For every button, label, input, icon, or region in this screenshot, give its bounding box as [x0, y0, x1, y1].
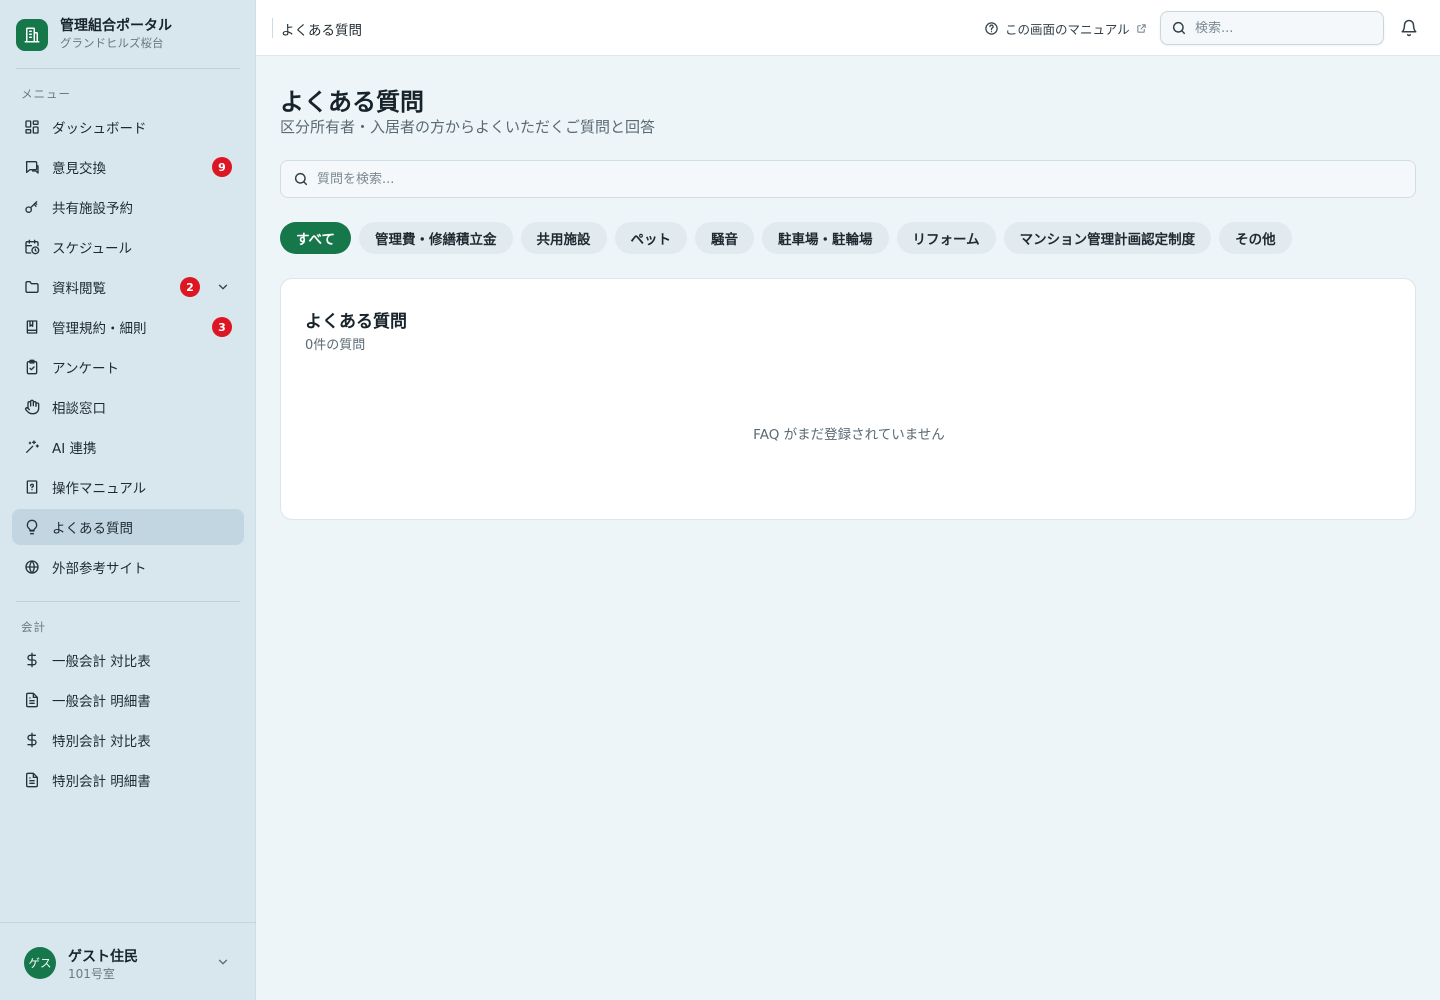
manual-book-icon: [24, 479, 40, 495]
calendar-clock-icon: [24, 239, 40, 255]
sidebar-item-dashboard[interactable]: ダッシュボード: [12, 109, 244, 145]
document-icon: [24, 692, 40, 708]
dashboard-icon: [24, 119, 40, 135]
category-chip-renovation[interactable]: リフォーム: [896, 222, 996, 254]
manual-link-label: この画面のマニュアル: [1005, 22, 1130, 37]
bell-icon[interactable]: [1400, 19, 1418, 37]
sidebar-item-label: スケジュール: [52, 241, 133, 257]
help-circle-icon: [984, 21, 999, 36]
user-menu[interactable]: ゲス ゲスト住民 101号室: [0, 922, 256, 1000]
page-subtitle: 区分所有者・入居者の方からよくいただくご質問と回答: [280, 118, 656, 136]
sidebar-item-schedule[interactable]: スケジュール: [12, 229, 244, 265]
category-chip-certification[interactable]: マンション管理計画認定制度: [1003, 222, 1212, 254]
sidebar-item-label: よくある質問: [52, 521, 133, 537]
faq-search-input[interactable]: [317, 171, 1397, 187]
unread-badge: 2: [180, 277, 200, 297]
accounting-heading: 会計: [21, 620, 46, 634]
card-title: よくある質問: [305, 312, 407, 332]
category-chip-all[interactable]: すべて: [280, 222, 352, 254]
key-icon: [24, 199, 40, 215]
category-chip-pets[interactable]: ペット: [614, 222, 688, 254]
brand-subtitle: グランドヒルズ桜台: [60, 36, 164, 50]
sidebar-item-label: 共有施設予約: [52, 201, 133, 217]
sidebar-item-label: 管理規約・細則: [52, 321, 147, 337]
sidebar-item-general-comparison[interactable]: 一般会計 対比表: [12, 642, 244, 678]
sidebar-item-label: 意見交換: [52, 161, 106, 177]
unread-badge: 9: [212, 157, 232, 177]
sidebar-item-opinion-exchange[interactable]: 意見交換 9: [12, 149, 244, 185]
sidebar-divider: [16, 601, 240, 602]
globe-icon: [24, 559, 40, 575]
sidebar-item-survey[interactable]: アンケート: [12, 349, 244, 385]
sidebar-item-documents[interactable]: 資料閲覧 2: [12, 269, 244, 305]
faq-search[interactable]: [280, 160, 1416, 198]
unread-badge: 3: [212, 317, 232, 337]
sidebar-item-label: 操作マニュアル: [52, 481, 147, 497]
clipboard-check-icon: [24, 359, 40, 375]
breadcrumb: よくある質問: [281, 23, 362, 39]
global-search[interactable]: [1160, 11, 1384, 45]
sidebar-item-label: 外部参考サイト: [52, 561, 147, 577]
sidebar-item-label: 資料閲覧: [52, 281, 106, 297]
sidebar-item-faq[interactable]: よくある質問: [12, 509, 244, 545]
user-name: ゲスト住民: [68, 949, 138, 965]
chevron-down-icon[interactable]: [216, 955, 230, 969]
category-chip-facilities[interactable]: 共用施設: [520, 222, 607, 254]
sidebar: 管理組合ポータル グランドヒルズ桜台 メニュー ダッシュボード 意見交換 9 共…: [0, 0, 256, 1000]
sidebar-item-general-statement[interactable]: 一般会計 明細書: [12, 682, 244, 718]
sidebar-item-label: 特別会計 明細書: [52, 774, 151, 790]
page-title: よくある質問: [280, 88, 424, 116]
category-chip-other[interactable]: その他: [1219, 222, 1292, 254]
user-room: 101号室: [68, 967, 115, 981]
brand-title: 管理組合ポータル: [60, 18, 172, 34]
chat-icon: [24, 159, 40, 175]
book-icon: [24, 319, 40, 335]
search-icon: [1171, 20, 1187, 36]
avatar: ゲス: [24, 947, 56, 979]
lightbulb-icon: [24, 519, 40, 535]
sidebar-item-bylaws[interactable]: 管理規約・細則 3: [12, 309, 244, 345]
question-count: 0件の質問: [305, 338, 366, 353]
hand-icon: [24, 399, 40, 415]
menu-heading: メニュー: [21, 87, 71, 101]
sidebar-item-label: アンケート: [52, 361, 119, 377]
folder-icon: [24, 279, 40, 295]
dollar-icon: [24, 652, 40, 668]
global-search-input[interactable]: [1195, 20, 1375, 36]
dollar-icon: [24, 732, 40, 748]
sidebar-item-label: 特別会計 対比表: [52, 734, 151, 750]
empty-state-message: FAQ がまだ登録されていません: [753, 427, 945, 443]
sidebar-item-ai[interactable]: AI 連携: [12, 429, 244, 465]
sidebar-item-external-sites[interactable]: 外部参考サイト: [12, 549, 244, 585]
sidebar-item-facility-booking[interactable]: 共有施設予約: [12, 189, 244, 225]
document-icon: [24, 772, 40, 788]
sidebar-item-label: 一般会計 明細書: [52, 694, 151, 710]
chevron-down-icon[interactable]: [216, 280, 230, 294]
brand[interactable]: 管理組合ポータル グランドヒルズ桜台: [16, 18, 172, 51]
category-chip-fees[interactable]: 管理費・修繕積立金: [359, 222, 513, 254]
sidebar-item-manual[interactable]: 操作マニュアル: [12, 469, 244, 505]
sparkle-icon: [24, 439, 40, 455]
sidebar-item-special-statement[interactable]: 特別会計 明細書: [12, 762, 244, 798]
category-filter: すべて 管理費・修繕積立金 共用施設 ペット 騒音 駐車場・駐輪場 リフォーム …: [280, 222, 1300, 254]
header-divider: [272, 18, 273, 38]
building-icon: [16, 18, 48, 51]
category-chip-parking[interactable]: 駐車場・駐輪場: [762, 222, 889, 254]
sidebar-item-special-comparison[interactable]: 特別会計 対比表: [12, 722, 244, 758]
screen-manual-link[interactable]: この画面のマニュアル: [984, 19, 1147, 38]
search-icon: [293, 171, 309, 187]
sidebar-item-label: AI 連携: [52, 441, 97, 457]
external-link-icon: [1136, 23, 1147, 34]
sidebar-item-label: ダッシュボード: [52, 121, 147, 137]
sidebar-item-label: 相談窓口: [52, 401, 106, 417]
category-chip-noise[interactable]: 騒音: [695, 222, 755, 254]
faq-card: よくある質問 0件の質問 FAQ がまだ登録されていません: [280, 278, 1416, 520]
sidebar-item-label: 一般会計 対比表: [52, 654, 151, 670]
sidebar-divider: [16, 68, 240, 69]
sidebar-item-consultation[interactable]: 相談窓口: [12, 389, 244, 425]
top-header: よくある質問 この画面のマニュアル: [256, 0, 1440, 56]
